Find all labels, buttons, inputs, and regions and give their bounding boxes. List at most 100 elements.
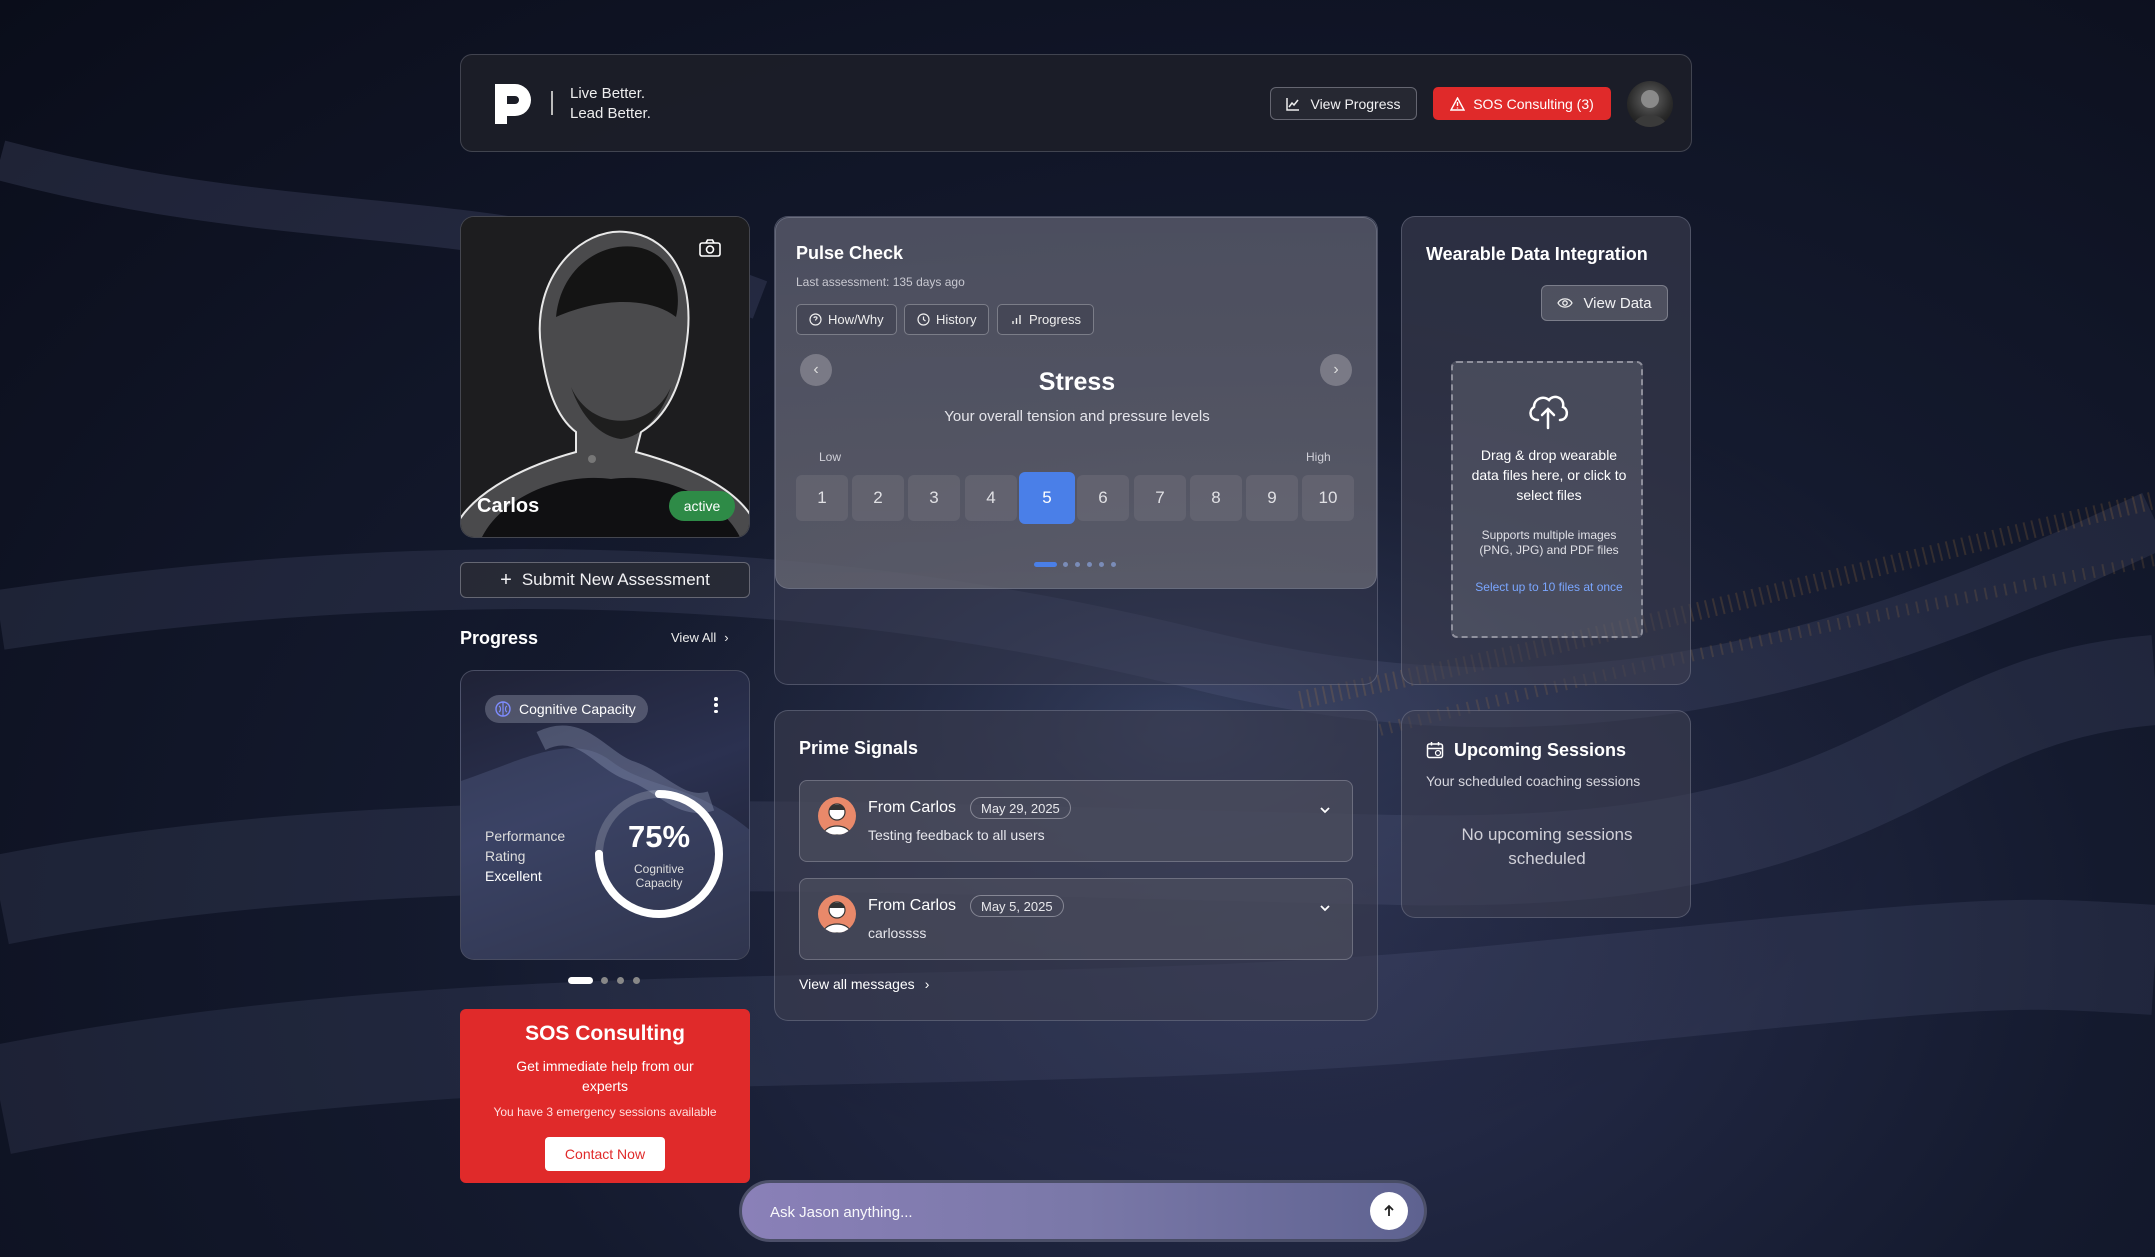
tagline: Live Better. Lead Better. — [570, 84, 651, 124]
logo-divider — [551, 91, 553, 115]
eye-icon — [1557, 298, 1574, 308]
pulse-carousel-dot-active[interactable] — [1034, 562, 1057, 567]
user-avatar[interactable] — [1627, 81, 1673, 127]
brain-icon — [495, 701, 511, 717]
view-all-messages-link[interactable]: View all messages › — [799, 976, 929, 992]
tab-progress[interactable]: Progress — [997, 304, 1095, 335]
progress-carousel-dot[interactable] — [601, 977, 608, 984]
chat-input[interactable] — [770, 1199, 1330, 1225]
top-header: Live Better. Lead Better. View Progress … — [460, 54, 1692, 152]
view-data-button[interactable]: View Data — [1541, 285, 1668, 321]
chevron-right-icon: › — [924, 976, 930, 992]
signal-message: Testing feedback to all users — [868, 827, 1045, 843]
progress-carousel-dot[interactable] — [633, 977, 640, 984]
dropzone-limit: Select up to 10 files at once — [1475, 580, 1623, 594]
cognitive-tag[interactable]: Cognitive Capacity — [485, 695, 648, 723]
chart-line-icon — [1286, 97, 1300, 111]
rating-button-4[interactable]: 4 — [965, 475, 1017, 521]
scale-high-label: High — [1306, 450, 1331, 464]
submit-assessment-button[interactable]: + Submit New Assessment — [460, 562, 750, 598]
wearable-card: Wearable Data Integration View Data Drag… — [1401, 216, 1691, 685]
rating-button-1[interactable]: 1 — [796, 475, 848, 521]
tab-how-why[interactable]: How/Why — [796, 304, 897, 335]
scale-low-label: Low — [819, 450, 842, 464]
rating-button-8[interactable]: 8 — [1190, 475, 1242, 521]
pulse-carousel-dot[interactable] — [1063, 562, 1068, 567]
camera-icon[interactable] — [697, 237, 723, 259]
status-badge: active — [669, 491, 735, 521]
sos-header-label: SOS Consulting (3) — [1473, 95, 1594, 112]
tagline-line-2: Lead Better. — [570, 105, 651, 122]
sender-avatar — [818, 895, 856, 933]
progress-carousel-dot[interactable] — [617, 977, 624, 984]
gauge-label-line-2: Capacity — [635, 876, 683, 890]
arrow-up-icon — [1384, 1204, 1394, 1216]
progress-carousel-dot-active[interactable] — [568, 977, 593, 984]
bar-chart-icon — [1012, 315, 1021, 324]
dropzone-text: Drag & drop wearable data files here, or… — [1471, 447, 1627, 503]
rating-button-6[interactable]: 6 — [1077, 475, 1129, 521]
rating-line-2: Rating — [485, 848, 526, 864]
rating-button-2[interactable]: 2 — [852, 475, 904, 521]
tab-progress-label: Progress — [1029, 312, 1082, 327]
pulse-carousel-dot[interactable] — [1099, 562, 1104, 567]
signal-from: From Carlos — [868, 799, 957, 816]
chat-bar — [739, 1180, 1427, 1242]
chevron-right-icon: › — [724, 630, 729, 645]
signal-from: From Carlos — [868, 897, 957, 914]
view-progress-button[interactable]: View Progress — [1270, 87, 1417, 120]
contact-now-button[interactable]: Contact Now — [545, 1137, 665, 1171]
last-assessment: Last assessment: 135 days ago — [796, 275, 965, 289]
warning-icon — [1450, 96, 1466, 111]
signal-message: carlossss — [868, 925, 927, 941]
help-circle-icon — [809, 313, 822, 326]
chevron-down-icon[interactable] — [1318, 901, 1332, 915]
profile-photo — [461, 217, 749, 537]
cognitive-tag-label: Cognitive Capacity — [519, 701, 636, 717]
upload-cloud-icon — [1529, 395, 1569, 430]
rating-button-7[interactable]: 7 — [1134, 475, 1186, 521]
progress-view-all-label: View All — [671, 630, 717, 645]
clock-icon — [917, 313, 930, 326]
more-options-icon[interactable] — [711, 695, 721, 715]
submit-assessment-label: Submit New Assessment — [521, 570, 710, 589]
pulse-carousel-dot[interactable] — [1075, 562, 1080, 567]
rating-button-9[interactable]: 9 — [1246, 475, 1298, 521]
view-data-label: View Data — [1583, 294, 1652, 312]
sos-consulting-card: SOS Consulting Get immediate help from o… — [460, 1009, 750, 1183]
rating-button-5[interactable]: 5 — [1019, 472, 1075, 524]
sender-avatar — [818, 797, 856, 835]
progress-view-all-link[interactable]: View All › — [671, 630, 729, 645]
performance-rating: Performance Rating Excellent — [485, 826, 565, 886]
signal-item[interactable]: From Carlos May 29, 2025 Testing feedbac… — [799, 780, 1353, 862]
tab-history[interactable]: History — [904, 304, 990, 335]
sessions-title: Upcoming Sessions — [1454, 740, 1627, 760]
calendar-icon — [1426, 741, 1444, 759]
view-all-messages-label: View all messages — [799, 976, 915, 992]
pulse-check-card: Pulse Check Last assessment: 135 days ag… — [775, 217, 1377, 589]
rating-button-3[interactable]: 3 — [908, 475, 960, 521]
cognitive-progress-card: Cognitive Capacity Performance Rating Ex… — [460, 670, 750, 960]
sessions-subtitle: Your scheduled coaching sessions — [1426, 773, 1641, 789]
signal-item[interactable]: From Carlos May 5, 2025 carlossss — [799, 878, 1353, 960]
pulse-carousel-dot[interactable] — [1087, 562, 1092, 567]
sos-header-button[interactable]: SOS Consulting (3) — [1433, 87, 1611, 120]
tab-how-why-label: How/Why — [828, 312, 884, 327]
chevron-down-icon[interactable] — [1318, 803, 1332, 817]
tab-history-label: History — [936, 312, 977, 327]
send-button[interactable] — [1370, 1192, 1408, 1230]
brand-logo[interactable] — [491, 80, 533, 126]
signal-date: May 29, 2025 — [970, 797, 1071, 819]
metric-name: Stress — [1038, 368, 1116, 396]
wearable-title: Wearable Data Integration — [1426, 244, 1648, 264]
file-dropzone[interactable]: Drag & drop wearable data files here, or… — [1451, 361, 1643, 638]
gauge-percent: 75% — [627, 819, 691, 854]
view-progress-label: View Progress — [1310, 95, 1401, 112]
pulse-check-title: Pulse Check — [796, 243, 904, 263]
rating-button-10[interactable]: 10 — [1302, 475, 1354, 521]
prime-signals-title: Prime Signals — [799, 738, 919, 758]
pulse-carousel-dot[interactable] — [1111, 562, 1116, 567]
profile-card: Carlos active — [460, 216, 750, 538]
rating-value: Excellent — [485, 868, 542, 884]
metric-description: Your overall tension and pressure levels — [944, 408, 1210, 425]
